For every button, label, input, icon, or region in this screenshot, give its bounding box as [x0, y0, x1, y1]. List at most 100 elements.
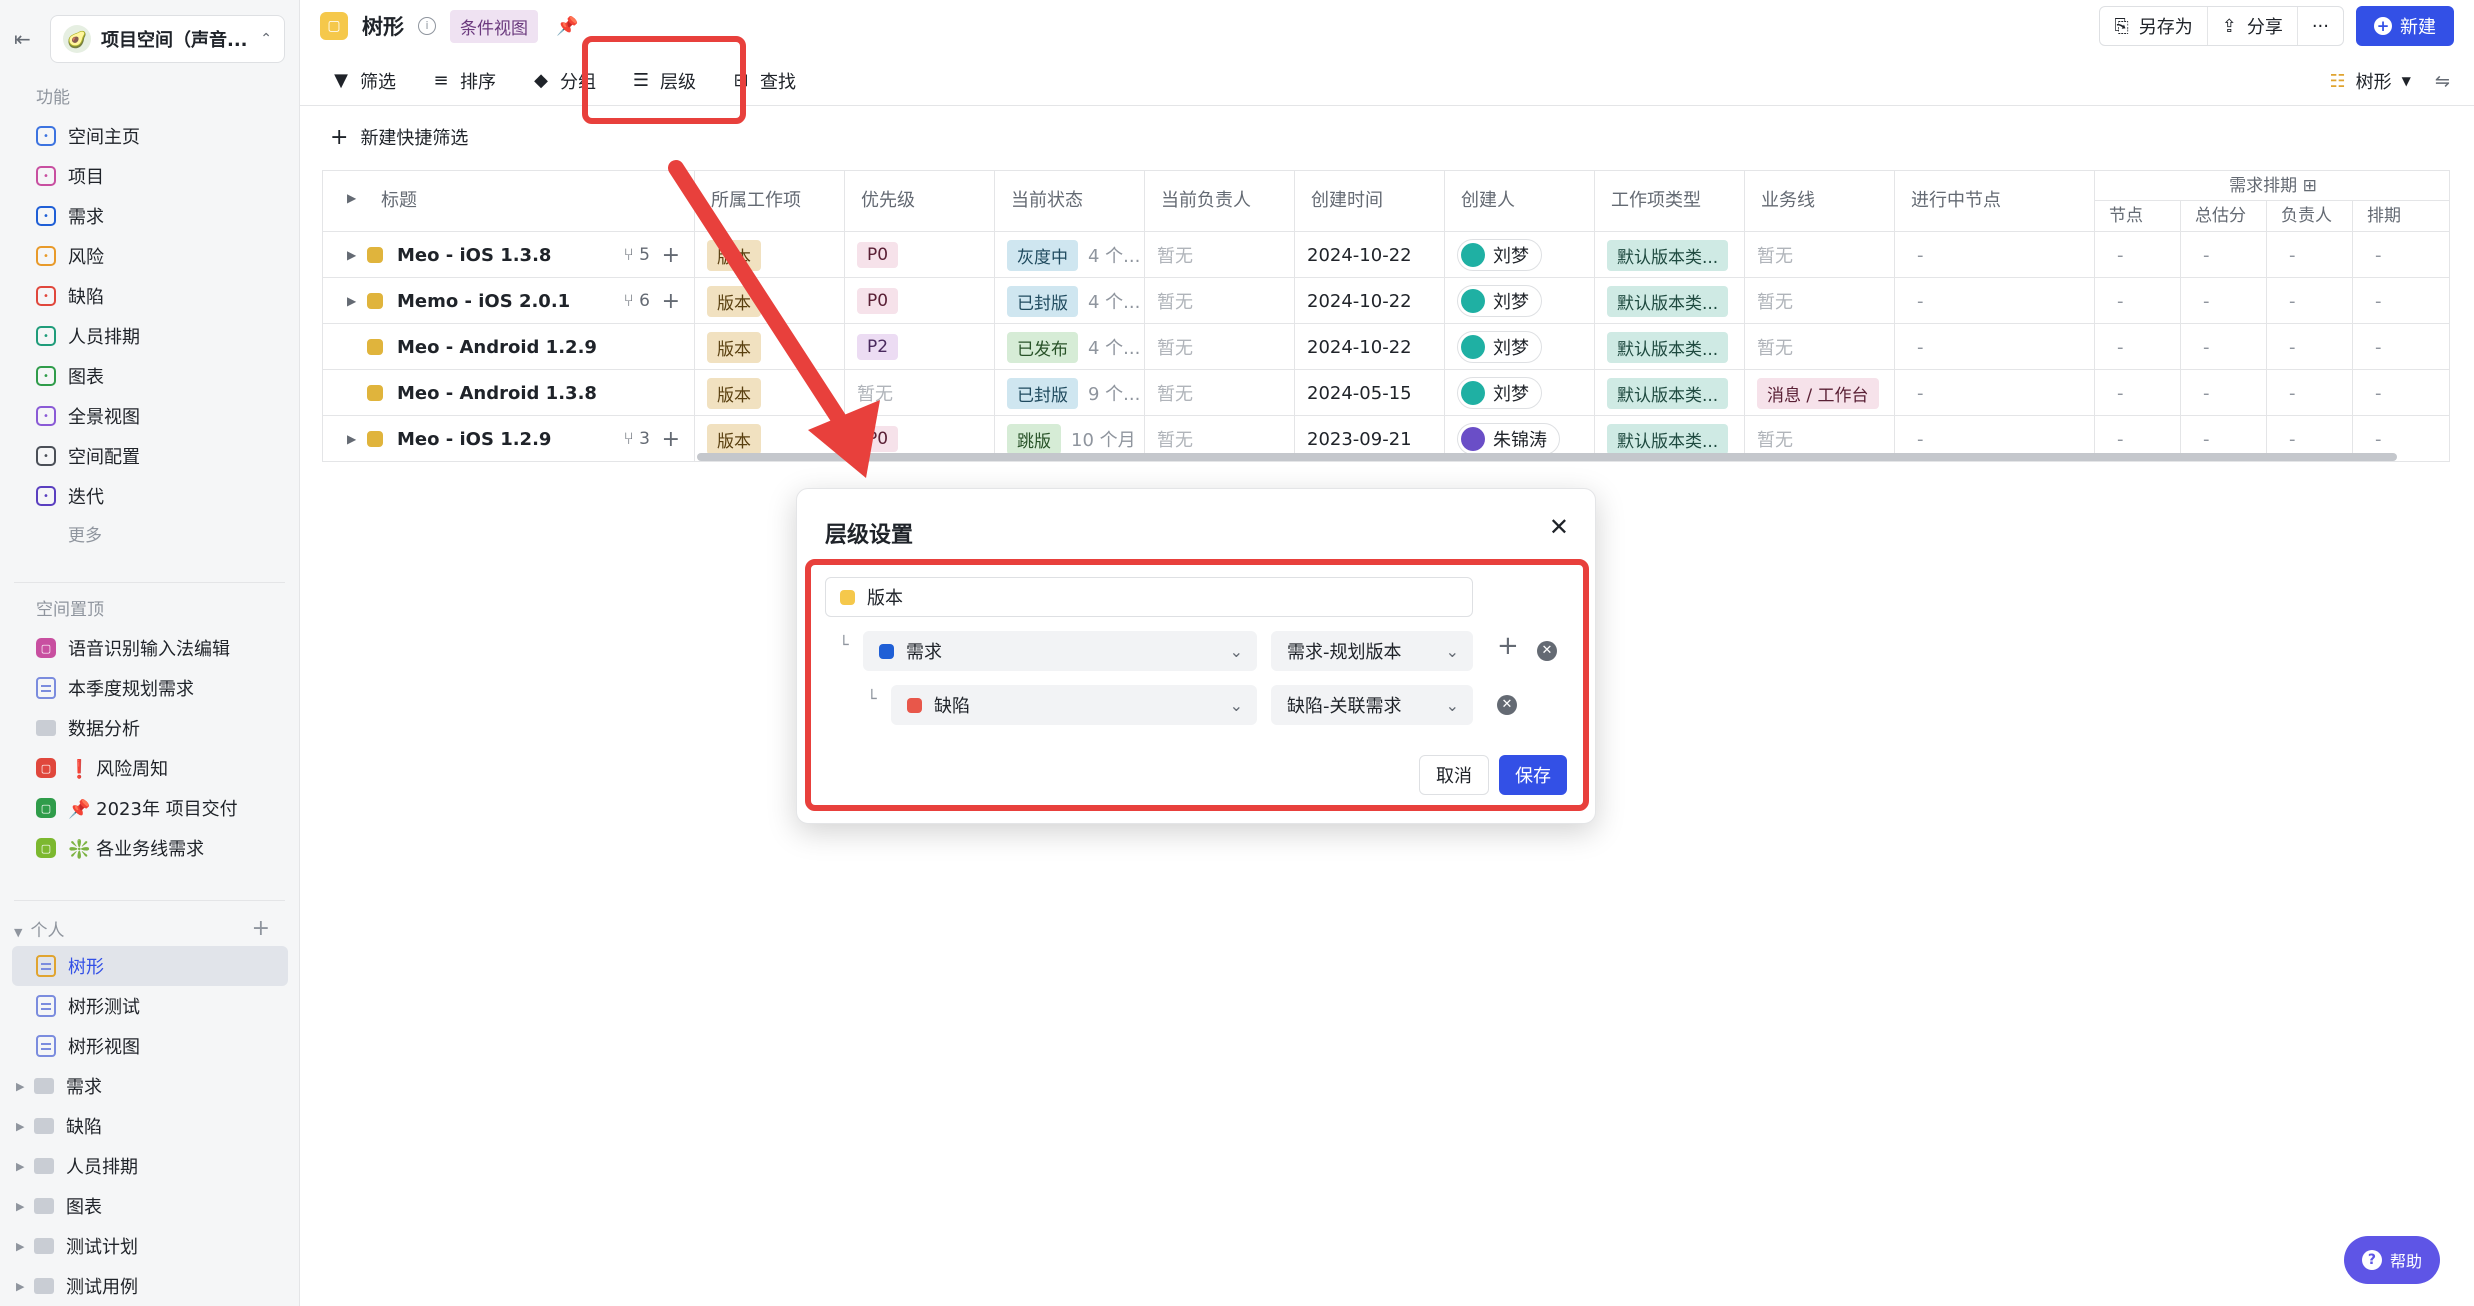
table-cell: 默认版本类...	[1595, 278, 1745, 324]
pin-icon[interactable]: 📌	[556, 16, 578, 37]
expand-arrow-icon[interactable]: ▶	[16, 1120, 24, 1133]
table-row[interactable]: Meo - Android 1.2.9 版本 P2 已发布 4 个... 暂无 2024-1…	[323, 323, 2449, 370]
row-title[interactable]: Memo - iOS 2.0.1	[397, 291, 570, 312]
chart-icon: •	[36, 366, 56, 386]
horizontal-scrollbar[interactable]	[697, 453, 2397, 461]
sub-column-header[interactable]: 负责人	[2267, 201, 2353, 231]
table-cell: 暂无	[1145, 370, 1295, 416]
column-header[interactable]: 进行中节点	[1895, 171, 2095, 231]
new-button[interactable]: + 新建	[2356, 6, 2454, 46]
sort-button[interactable]: ≡ 排序	[432, 68, 496, 94]
sidebar-item-risk[interactable]: • 风险	[0, 236, 300, 276]
sidebar-item-iteration[interactable]: • 迭代	[0, 476, 300, 516]
column-header[interactable]: 当前状态	[995, 171, 1145, 231]
priority-badge: P0	[857, 426, 899, 452]
column-header[interactable]: 业务线	[1745, 171, 1895, 231]
column-header[interactable]: 所属工作项	[695, 171, 845, 231]
expand-row-icon[interactable]: ▶	[347, 248, 367, 262]
table-cell: Meo - Android 1.2.9	[323, 324, 695, 370]
creator-chip[interactable]: 刘梦	[1457, 377, 1542, 409]
close-icon[interactable]: ✕	[1549, 513, 1569, 541]
status-duration: 4 个...	[1088, 246, 1141, 267]
row-title[interactable]: Meo - Android 1.3.8	[397, 383, 597, 404]
add-child-icon[interactable]: +	[662, 427, 680, 452]
pinned-item[interactable]: 本季度规划需求	[0, 668, 300, 708]
new-quick-filter-button[interactable]: + 新建快捷筛选	[330, 124, 468, 150]
filter-button[interactable]: ▼ 筛选	[332, 68, 396, 94]
pinned-item[interactable]: 数据分析	[0, 708, 300, 748]
creator-chip[interactable]: 刘梦	[1457, 239, 1542, 271]
column-header[interactable]: 创建人	[1445, 171, 1595, 231]
pinned-item[interactable]: ▢ 语音识别输入法编辑	[0, 628, 300, 668]
view-settings-icon[interactable]: ⇋	[2435, 71, 2450, 92]
sidebar-item-chart[interactable]: • 图表	[0, 356, 300, 396]
personal-view-item[interactable]: 树形测试	[0, 986, 300, 1026]
column-header[interactable]: 当前负责人	[1145, 171, 1295, 231]
info-icon[interactable]: i	[418, 17, 436, 35]
column-header[interactable]: 工作项类型	[1595, 171, 1745, 231]
personal-view-item[interactable]: 树形视图	[0, 1026, 300, 1066]
expand-row-icon[interactable]: ▶	[347, 294, 367, 308]
pinned-item[interactable]: ▢ ❗ 风险周知	[0, 748, 300, 788]
expand-arrow-icon[interactable]: ▶	[16, 1200, 24, 1213]
expand-arrow-icon[interactable]: ▶	[16, 1280, 24, 1293]
personal-view-item[interactable]: 树形	[12, 946, 288, 986]
sub-column-header[interactable]: 排期	[2353, 201, 2449, 231]
doc-icon	[36, 677, 56, 699]
collapse-sidebar-icon[interactable]: ⇤	[14, 28, 36, 50]
folder-item[interactable]: ▶ 需求	[0, 1066, 300, 1106]
version-type-icon	[367, 293, 383, 309]
share-button[interactable]: ⇪ 分享	[2208, 7, 2298, 45]
sidebar-item-schedule[interactable]: • 人员排期	[0, 316, 300, 356]
expand-arrow-icon[interactable]: ▶	[16, 1160, 24, 1173]
status-duration: 9 个...	[1088, 384, 1141, 405]
table-row[interactable]: ▶ Memo - iOS 2.0.1 ⑂ 6 + 版本 P0 已封版 4 个... 暂无 2024…	[323, 277, 2449, 324]
sidebar-item-requirement[interactable]: • 需求	[0, 196, 300, 236]
add-child-icon[interactable]: +	[662, 243, 680, 268]
folder-item[interactable]: ▶ 测试计划	[0, 1226, 300, 1266]
expand-row-icon[interactable]: ▶	[347, 432, 367, 446]
sidebar-item-panorama[interactable]: • 全景视图	[0, 396, 300, 436]
column-header[interactable]: 优先级	[845, 171, 995, 231]
folder-item[interactable]: ▶ 图表	[0, 1186, 300, 1226]
table-cell: 版本	[695, 232, 845, 278]
table-cell: -	[2181, 324, 2267, 370]
expand-arrow-icon[interactable]: ▶	[16, 1240, 24, 1253]
pinned-section: 空间置顶 ▢ 语音识别输入法编辑 本季度规划需求 数据分析 ▢ ❗ 风险周知 ▢ 📌 2023…	[0, 592, 300, 868]
row-title[interactable]: Meo - iOS 1.2.9	[397, 429, 551, 450]
pinned-item[interactable]: ▢ 📌 2023年 项目交付	[0, 788, 300, 828]
folder-item[interactable]: ▶ 测试用例	[0, 1266, 300, 1306]
column-header[interactable]: 标题	[323, 171, 695, 231]
table-cell: -	[1895, 324, 2095, 370]
add-child-icon[interactable]: +	[662, 289, 680, 314]
help-button[interactable]: ? 帮助	[2343, 1236, 2440, 1284]
creator-chip[interactable]: 朱锦涛	[1457, 423, 1560, 455]
folder-item[interactable]: ▶ 人员排期	[0, 1146, 300, 1186]
table-cell: 默认版本类...	[1595, 370, 1745, 416]
expand-arrow-icon[interactable]: ▶	[16, 1080, 24, 1093]
column-header[interactable]: 创建时间	[1295, 171, 1445, 231]
table-cell: -	[2181, 370, 2267, 416]
sub-column-header[interactable]: 总估分	[2181, 201, 2267, 231]
more-link[interactable]: 更多	[0, 516, 300, 556]
row-title[interactable]: Meo - iOS 1.3.8	[397, 245, 551, 266]
sub-column-header[interactable]: 节点	[2095, 201, 2181, 231]
creator-chip[interactable]: 刘梦	[1457, 285, 1542, 317]
more-button[interactable]: ···	[2298, 7, 2343, 45]
sidebar-item-bug[interactable]: • 缺陷	[0, 276, 300, 316]
save-as-button[interactable]: ⎘ 另存为	[2100, 7, 2208, 45]
sidebar-item-home[interactable]: • 空间主页	[0, 116, 300, 156]
folder-item[interactable]: ▶ 缺陷	[0, 1106, 300, 1146]
filter-icon: ▼	[334, 70, 348, 91]
add-view-icon[interactable]: +	[252, 916, 270, 941]
table-row[interactable]: Meo - Android 1.3.8 版本 暂无 已封版 9 个... 暂无 2024-0…	[323, 369, 2449, 416]
row-title[interactable]: Meo - Android 1.2.9	[397, 337, 597, 358]
creator-chip[interactable]: 刘梦	[1457, 331, 1542, 363]
collapse-arrow-icon[interactable]: ▼	[14, 926, 22, 939]
space-switcher[interactable]: 🥑 项目空间（声音... ⌃	[50, 15, 285, 63]
view-mode-switch[interactable]: ☷ 树形 ▼ ⇋	[2330, 68, 2450, 94]
sidebar-item-settings[interactable]: • 空间配置	[0, 436, 300, 476]
pinned-item[interactable]: ▢ ❇️ 各业务线需求	[0, 828, 300, 868]
table-row[interactable]: ▶ Meo - iOS 1.3.8 ⑂ 5 + 版本 P0 灰度中 4 个... 暂无 2024-…	[323, 231, 2449, 278]
sidebar-item-project[interactable]: • 项目	[0, 156, 300, 196]
